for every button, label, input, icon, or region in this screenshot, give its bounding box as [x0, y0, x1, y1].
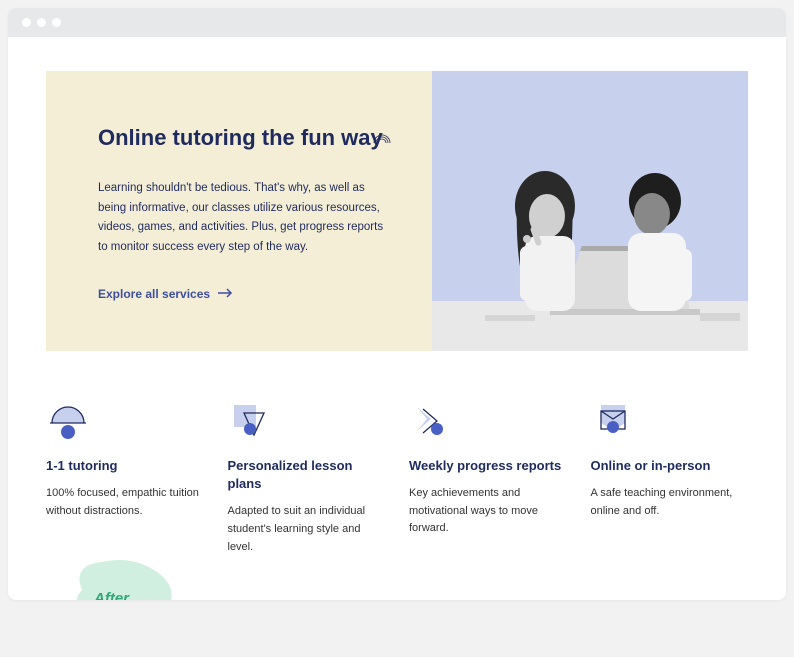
browser-titlebar [8, 8, 786, 37]
feature-title: Online or in-person [591, 457, 749, 475]
feature-personalized: Personalized lesson plans Adapted to sui… [228, 399, 386, 556]
feature-description: Adapted to suit an individual student's … [228, 503, 386, 556]
hero-text-panel: Online tutoring the fun way Learning sho… [46, 71, 432, 351]
online-icon [591, 399, 749, 441]
features-row: 1-1 tutoring 100% focused, empathic tuit… [46, 399, 748, 556]
hero-title: Online tutoring the fun way [98, 125, 392, 151]
students-photo [432, 71, 748, 351]
feature-description: A safe teaching environment, online and … [591, 485, 749, 520]
feature-title: Personalized lesson plans [228, 457, 386, 493]
page-content: Online tutoring the fun way Learning sho… [8, 37, 786, 600]
feature-title: 1-1 tutoring [46, 457, 204, 475]
explore-services-link[interactable]: Explore all services [98, 287, 234, 301]
window-dot [52, 18, 61, 27]
feature-online-inperson: Online or in-person A safe teaching envi… [591, 399, 749, 556]
hero-image-panel [432, 71, 748, 351]
arrow-right-icon [218, 287, 234, 301]
cta-label: Explore all services [98, 287, 210, 301]
feature-title: Weekly progress reports [409, 457, 567, 475]
feature-description: Key achievements and motivational ways t… [409, 485, 567, 538]
window-dot [37, 18, 46, 27]
after-badge: After [62, 550, 182, 600]
rainbow-icon [372, 131, 392, 149]
feature-description: 100% focused, empathic tuition without d… [46, 485, 204, 520]
feature-tutoring: 1-1 tutoring 100% focused, empathic tuit… [46, 399, 204, 556]
hero-section: Online tutoring the fun way Learning sho… [46, 71, 748, 351]
reports-icon [409, 399, 567, 441]
badge-label: After [94, 590, 129, 600]
window-dot [22, 18, 31, 27]
browser-window: Online tutoring the fun way Learning sho… [8, 8, 786, 600]
hero-description: Learning shouldn't be tedious. That's wh… [98, 179, 392, 257]
personalized-icon [228, 399, 386, 441]
tutoring-icon [46, 399, 204, 441]
feature-reports: Weekly progress reports Key achievements… [409, 399, 567, 556]
